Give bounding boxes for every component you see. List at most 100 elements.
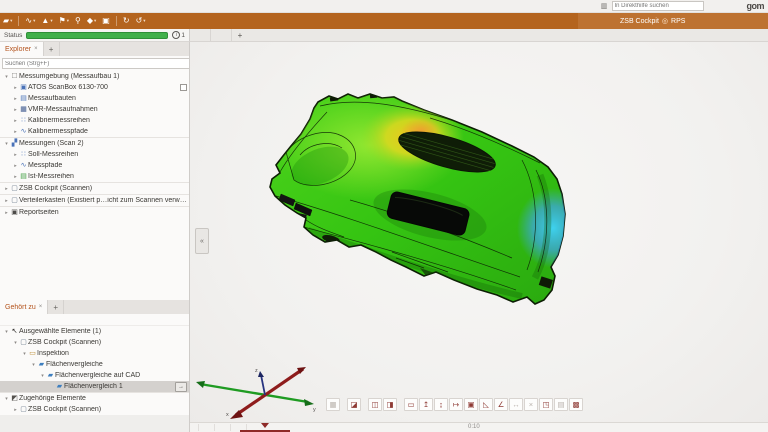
expander-icon[interactable]: ▾ <box>3 74 10 80</box>
model-3d[interactable]: z y x <box>190 42 768 432</box>
tree-item[interactable]: ▸ ▣ Reportseiten <box>0 206 189 218</box>
panel-collapse-button[interactable]: « <box>195 228 209 254</box>
visibility-checkbox[interactable] <box>180 84 187 91</box>
tree-item[interactable]: ▸ ▢ ZSB Cockpit (Scannen) <box>0 182 189 194</box>
zoom-window-icon[interactable]: ▣ <box>464 398 478 411</box>
selection-box-icon[interactable]: ▰ ▾ <box>0 13 15 29</box>
tree-item[interactable]: ▾ ▰ Flächenvergleiche <box>0 359 189 370</box>
tree-item[interactable]: ▰ Flächenvergleich 1 → <box>0 381 189 392</box>
expander-icon[interactable]: ▸ <box>12 152 19 158</box>
dropdown-caret-icon[interactable]: ▾ <box>67 18 69 24</box>
timeline-marker[interactable] <box>261 423 269 428</box>
tree-item[interactable]: ▸ ▦ VMR-Messaufnahmen <box>0 104 189 115</box>
tree-item[interactable]: ▾ ☐ Messumgebung (Messaufbau 1) <box>0 71 189 82</box>
tree-item[interactable]: ▸ ▤ Messaufbauten <box>0 93 189 104</box>
belongs-tab-bar: Gehört zu × + <box>0 300 189 315</box>
expander-icon[interactable]: ▾ <box>39 373 46 379</box>
expander-icon[interactable]: ▾ <box>3 329 10 335</box>
tree-item[interactable]: ▸ ▢ ZSB Cockpit (Scannen) <box>0 404 189 415</box>
toolbar-right: ZSB Cockpit ◎ RPS <box>578 13 768 29</box>
tree-item[interactable]: ▸ ∷ Soll-Messreihen <box>0 149 189 160</box>
expander-icon[interactable]: ▾ <box>3 141 10 147</box>
recalculate-icon[interactable]: ↻ <box>120 13 133 29</box>
expander-icon[interactable]: ▸ <box>12 163 19 169</box>
volume-icon[interactable]: ◨ <box>383 398 397 411</box>
add-panel-tab-button[interactable]: + <box>48 300 64 314</box>
tree-item[interactable]: ▸ ∿ Messpfade <box>0 160 189 171</box>
expander-icon[interactable]: ▸ <box>12 107 19 113</box>
separator[interactable] <box>18 16 19 26</box>
expander-icon[interactable]: ▾ <box>3 396 10 402</box>
dropdown-caret-icon[interactable]: ▾ <box>50 18 52 24</box>
tree-item[interactable]: ▾ ↖ Ausgewählte Elemente (1) <box>0 326 189 337</box>
align-right-icon[interactable]: ↦ <box>449 398 463 411</box>
stage-info[interactable]: i 1 <box>172 31 189 39</box>
expander-icon[interactable]: ▸ <box>12 407 19 413</box>
tree-item[interactable]: ▸ ∷ Kalibriermessreihen <box>0 115 189 126</box>
tab-belongs-to[interactable]: Gehört zu × <box>0 300 48 314</box>
chart-icon[interactable]: ▲ ▾ <box>38 13 55 29</box>
dropdown-caret-icon[interactable]: ▾ <box>33 18 35 24</box>
help-search-input[interactable] <box>612 1 704 11</box>
orientation-axes[interactable]: z y x <box>196 367 316 419</box>
tree-search-input[interactable] <box>2 58 189 69</box>
expander-icon[interactable]: ▸ <box>12 129 19 135</box>
report-page-icon[interactable]: ▤ <box>554 398 568 411</box>
expander-icon[interactable]: ▸ <box>12 118 19 124</box>
copy-image-icon[interactable]: ◳ <box>539 398 553 411</box>
status-row: Status i 1 <box>0 29 190 42</box>
expander-icon[interactable]: ▾ <box>30 362 37 368</box>
dropdown-caret-icon[interactable]: ▾ <box>10 18 12 24</box>
dropdown-caret-icon[interactable]: ▾ <box>143 18 145 24</box>
tree-item[interactable]: ▾ ▰ Flächenvergleiche auf CAD <box>0 370 189 381</box>
expander-icon[interactable]: ▸ <box>12 96 19 102</box>
add-panel-tab-button[interactable]: + <box>44 42 60 56</box>
close-icon[interactable]: × <box>34 46 38 52</box>
align-vertical-icon[interactable]: ↨ <box>434 398 448 411</box>
separator[interactable] <box>116 16 117 26</box>
align-top-icon[interactable]: ↥ <box>419 398 433 411</box>
expander-icon[interactable]: ▸ <box>12 85 19 91</box>
add-view-tab-button[interactable]: + <box>232 29 248 41</box>
primitive-icon[interactable]: ◆ ▾ <box>84 13 99 29</box>
row-action-button[interactable]: → <box>175 382 187 392</box>
viewport-tab[interactable] <box>211 29 232 41</box>
ruler-icon[interactable]: ◺ <box>479 398 493 411</box>
color-legend-icon[interactable]: ▩ <box>569 398 583 411</box>
expander-icon[interactable]: ▸ <box>3 210 10 216</box>
expander-icon[interactable]: ▾ <box>21 351 28 357</box>
tree-item[interactable]: ▸ ∿ Kalibriermesspfade <box>0 126 189 137</box>
stage-timeline[interactable]: 0:10 <box>190 422 768 432</box>
select-element-icon[interactable]: ◫ <box>368 398 382 411</box>
flag-icon[interactable]: ⚑ ▾ <box>56 13 72 29</box>
tree-item[interactable]: ▾ ▢ ZSB Cockpit (Scannen) <box>0 337 189 348</box>
viewport-3d[interactable]: z y x « ▦ ◪ ◫◨ ▭↥↨↦▣◺∠↔×◳▤▩ 0:10 <box>190 42 768 432</box>
stage-range-icon[interactable]: ▦ <box>326 398 340 411</box>
dropdown-caret-icon[interactable]: ▾ <box>94 18 96 24</box>
maximize-icon[interactable]: ↔ <box>509 398 523 411</box>
tab-explorer[interactable]: Explorer × <box>0 42 44 56</box>
tree-item[interactable]: ▸ ▤ Ist-Messreihen <box>0 171 189 182</box>
screen-icon[interactable]: ▥ <box>600 2 609 10</box>
tree-item[interactable]: ▸ ▢ Verteilerkasten (Existiert p…icht zu… <box>0 194 189 206</box>
edit-stage-icon[interactable]: ◪ <box>347 398 361 411</box>
tree-item[interactable]: ▾ ▞ Messungen (Scan 2) <box>0 137 189 149</box>
tree-item[interactable]: ▾ ▭ Inspektion <box>0 348 189 359</box>
expander-icon[interactable]: ▸ <box>3 186 10 192</box>
recalculate-all-icon[interactable]: ↺ ▾ <box>133 13 149 29</box>
search-icon[interactable]: ⚲ <box>72 13 84 29</box>
snapshot-icon[interactable]: ▣ <box>99 13 113 29</box>
close-clip-icon[interactable]: × <box>524 398 538 411</box>
tree-item[interactable]: ▾ ◩ Zugehörige Elemente <box>0 392 189 404</box>
fit-view-icon[interactable]: ▭ <box>404 398 418 411</box>
expander-icon[interactable]: ▸ <box>3 198 10 204</box>
expander-icon[interactable]: ▸ <box>12 174 19 180</box>
tree-item-icon: ▤ <box>19 93 28 104</box>
angle-icon[interactable]: ∠ <box>494 398 508 411</box>
tree-item[interactable]: ▸ ▣ ATOS ScanBox 6130-700 <box>0 82 189 93</box>
tree-item-icon: ▞ <box>10 138 19 149</box>
expander-icon[interactable]: ▾ <box>12 340 19 346</box>
viewport-tab[interactable] <box>190 29 211 41</box>
section-curve-icon[interactable]: ∿ ▾ <box>22 13 38 29</box>
close-icon[interactable]: × <box>39 304 43 310</box>
